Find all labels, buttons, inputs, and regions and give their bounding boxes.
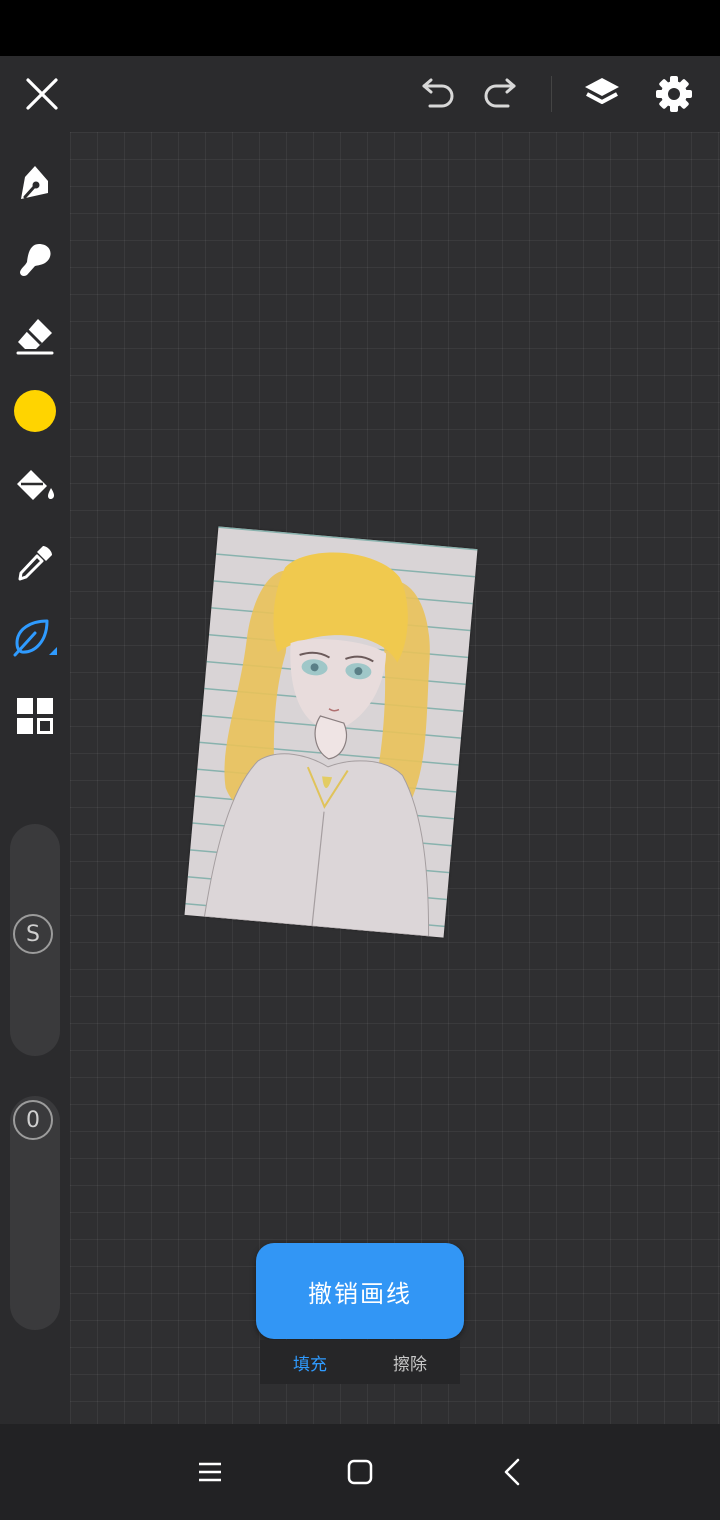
- menu-icon: [199, 1462, 221, 1482]
- brush-size-slider[interactable]: S: [10, 824, 60, 1056]
- close-button[interactable]: [16, 70, 68, 118]
- brush-size-label: S: [26, 921, 40, 947]
- opacity-slider[interactable]: 0: [10, 1096, 60, 1330]
- smudge-tool[interactable]: [0, 229, 70, 291]
- settings-button[interactable]: [646, 68, 702, 120]
- redo-button[interactable]: [474, 70, 528, 118]
- eyedropper-tool[interactable]: [0, 532, 70, 594]
- status-bar: [0, 0, 720, 56]
- recent-apps-button[interactable]: [180, 1448, 240, 1496]
- brush-size-knob[interactable]: S: [13, 914, 53, 954]
- color-swatch: [14, 390, 56, 432]
- fill-tool[interactable]: [0, 455, 70, 517]
- opacity-label: 0: [26, 1107, 40, 1133]
- fill-erase-menu: 填充 擦除: [260, 1340, 460, 1384]
- home-button[interactable]: [330, 1448, 390, 1496]
- paint-bucket-icon: [17, 470, 55, 500]
- layers-button[interactable]: [574, 68, 630, 120]
- tool-sidebar: S 0: [0, 132, 70, 1424]
- system-nav-bar: [0, 1424, 720, 1520]
- back-button[interactable]: [482, 1448, 542, 1496]
- leaf-brush-tool[interactable]: [0, 607, 70, 669]
- leaf-brush-icon: [13, 619, 57, 657]
- back-icon: [504, 1458, 520, 1486]
- toolbar-divider: [551, 76, 552, 112]
- sketch-photo[interactable]: [184, 526, 478, 938]
- erase-option[interactable]: 擦除: [393, 1350, 427, 1375]
- drawing-canvas[interactable]: [70, 132, 720, 1424]
- undo-button[interactable]: [410, 70, 464, 118]
- eraser-icon: [16, 319, 54, 355]
- eraser-tool[interactable]: [0, 305, 70, 367]
- eyedropper-icon: [18, 546, 52, 581]
- undo-icon: [422, 78, 454, 108]
- grid-tools-icon: [17, 698, 53, 734]
- opacity-knob[interactable]: 0: [13, 1100, 53, 1140]
- smudge-brush-icon: [20, 244, 51, 276]
- pen-tool[interactable]: [0, 152, 70, 214]
- pen-icon: [21, 166, 48, 199]
- fill-option[interactable]: 填充: [293, 1350, 327, 1375]
- close-icon: [26, 78, 58, 110]
- layers-icon: [585, 78, 619, 104]
- more-tools-button[interactable]: [0, 685, 70, 747]
- redo-icon: [484, 78, 516, 108]
- undo-stroke-button[interactable]: 撤销画线: [256, 1243, 464, 1339]
- top-toolbar: [0, 56, 720, 132]
- undo-stroke-label: 撤销画线: [308, 1279, 412, 1308]
- anime-girl-sketch: [203, 552, 430, 937]
- color-picker-button[interactable]: [0, 380, 70, 442]
- home-icon: [347, 1459, 373, 1485]
- settings-icon: [656, 76, 692, 112]
